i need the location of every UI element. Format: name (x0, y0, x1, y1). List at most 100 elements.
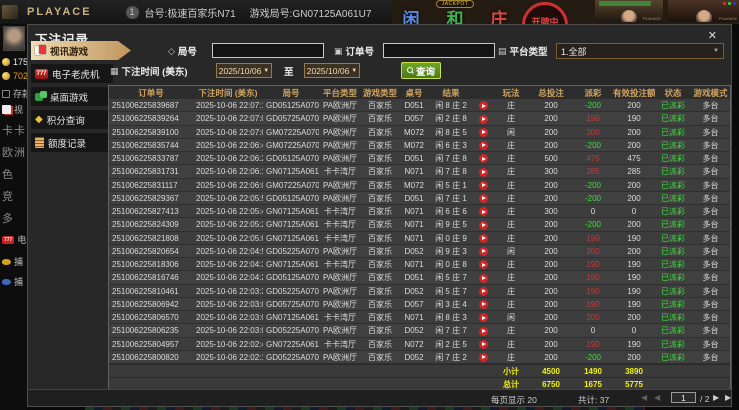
replay-icon[interactable] (478, 167, 488, 177)
cell-bet: 200 (544, 220, 558, 230)
cell-time: 2025-10-06 22:05:01 (196, 233, 263, 243)
dropdown-value: 1.全部 (561, 46, 587, 57)
cell-result: 闲 9 庄 5 (435, 220, 467, 230)
cell-bet: 200 (544, 101, 558, 111)
replay-icon[interactable] (478, 273, 488, 283)
sidebar-item-label: 电子老虎机 (52, 69, 100, 81)
replay-icon[interactable] (478, 180, 488, 190)
cell-platform: PA欧洲厅 (322, 114, 358, 124)
last-page-button[interactable]: ▶ (725, 393, 731, 402)
cell-time: 2025-10-06 22:02:18 (196, 352, 263, 362)
cell-mode: 多台 (702, 352, 719, 362)
replay-icon[interactable] (478, 313, 488, 323)
replay-icon[interactable] (478, 339, 488, 349)
replay-icon[interactable] (478, 207, 488, 217)
cell-round: GD05225A07054 (266, 326, 319, 336)
replay-icon[interactable] (478, 286, 488, 296)
page-number-input[interactable] (671, 392, 696, 403)
chevron-down-icon: ▼ (713, 48, 719, 54)
platform-type-dropdown[interactable]: 1.全部 ▼ (556, 43, 724, 59)
replay-icon[interactable] (478, 141, 488, 151)
bet-zone-banker: 庄 (490, 10, 508, 24)
replay-icon[interactable] (478, 127, 488, 137)
column-header: 订单号 (138, 87, 164, 98)
cell-play: 庄 (507, 299, 515, 309)
result-cell (473, 339, 493, 349)
cell-status: 已派彩 (661, 180, 685, 190)
cell-platform: PA欧洲厅 (322, 101, 358, 111)
replay-icon[interactable] (478, 353, 488, 363)
cell-result: 闲 7 庄 1 (435, 193, 467, 203)
cell-round: GM07225A07070 (266, 180, 319, 190)
replay-icon[interactable] (478, 101, 488, 111)
cell-valid: 190 (627, 286, 641, 296)
bet-time-label: ▦ 下注时间 (美东) (110, 65, 188, 79)
cell-play: 闲 (507, 246, 515, 256)
cell-platform: PA欧洲厅 (322, 154, 358, 164)
cell-platform: 卡卡湾厅 (324, 220, 356, 230)
info-circle-icon: 1 (125, 5, 139, 19)
cell-play: 庄 (507, 326, 515, 336)
search-button[interactable]: 查询 (401, 62, 441, 79)
fishing-tab[interactable]: 捕 (2, 255, 23, 268)
sidebar-item-points-query[interactable]: ◆ 积分查询 (31, 110, 113, 129)
column-header: 玩法 (502, 87, 520, 98)
order-input[interactable] (383, 43, 495, 58)
cell-table: D052 (404, 352, 424, 362)
sidebar-item-quota-records[interactable]: 额度记录 (31, 133, 113, 152)
balance-orange: 7029 (2, 71, 27, 81)
cell-game: 百家乐 (368, 273, 392, 283)
video-tab[interactable]: 视 (2, 103, 23, 116)
first-page-button[interactable]: ◀ (641, 393, 647, 402)
cell-game: 百家乐 (368, 299, 392, 309)
next-page-button[interactable]: ▶ (713, 393, 719, 402)
replay-icon[interactable] (478, 233, 488, 243)
fishing-tab[interactable]: 捕 (2, 275, 23, 288)
sidebar-item-slots[interactable]: 777 电子老虎机 (31, 64, 113, 83)
cell-status: 已派彩 (661, 352, 685, 362)
dealer-video-thumbnail: PLAYACE (668, 0, 739, 22)
replay-icon[interactable] (478, 194, 488, 204)
cell-round: GD05725A0706R (266, 114, 319, 124)
replay-icon[interactable] (478, 154, 488, 164)
replay-icon[interactable] (478, 326, 488, 336)
cell-play: 庄 (507, 114, 515, 124)
replay-icon[interactable] (478, 260, 488, 270)
result-cell (473, 207, 493, 217)
close-icon[interactable]: ✕ (708, 29, 717, 42)
cell-payout: 0 (590, 207, 596, 217)
date-to-picker[interactable]: 2025/10/06 ▼ (304, 63, 360, 78)
cell-platform: PA欧洲厅 (322, 286, 358, 296)
slots-tab[interactable]: 777电子 (2, 233, 27, 246)
cell-round: GD05125A0704J (266, 273, 319, 283)
cell-table: D051 (404, 101, 424, 111)
sidebar-item-label: 额度记录 (48, 138, 87, 150)
cell-payout: 200 (586, 313, 600, 323)
cell-time: 2025-10-06 22:04:23 (196, 273, 263, 283)
cell-status: 已派彩 (661, 114, 685, 124)
cell-game: 百家乐 (368, 114, 392, 124)
replay-icon[interactable] (478, 247, 488, 257)
column-header: 游戏模式 (693, 87, 728, 98)
deposit-button[interactable]: 存款 (2, 87, 27, 100)
cell-result: 闲 0 庄 9 (435, 233, 467, 243)
sidebar-item-table-games[interactable]: 桌面游戏 (31, 87, 113, 106)
cell-game: 百家乐 (368, 313, 392, 323)
cell-result: 闲 8 庄 3 (435, 313, 467, 323)
cell-play: 庄 (507, 140, 515, 150)
cell-result: 闲 5 庄 7 (435, 286, 467, 296)
replay-icon[interactable] (478, 300, 488, 310)
table-row: 251006225821808 2025-10-06 22:05:01 GN0712… (109, 232, 730, 245)
column-header: 桌号 (405, 87, 423, 98)
replay-icon[interactable] (478, 220, 488, 230)
cell-play: 庄 (507, 352, 515, 362)
cell-valid: 0 (631, 207, 637, 217)
date-to-value: 2025/10/06 (306, 65, 350, 76)
round-input[interactable] (212, 43, 324, 58)
prev-page-button[interactable]: ◀ (654, 393, 660, 402)
cell-order: 251006225835744 (112, 140, 179, 150)
date-from-picker[interactable]: 2025/10/06 ▼ (216, 63, 272, 78)
replay-icon[interactable] (478, 114, 488, 124)
sidebar-item-video-games[interactable]: 视讯游戏 (31, 41, 131, 60)
total-count-label: 共计: 37 (578, 395, 610, 405)
